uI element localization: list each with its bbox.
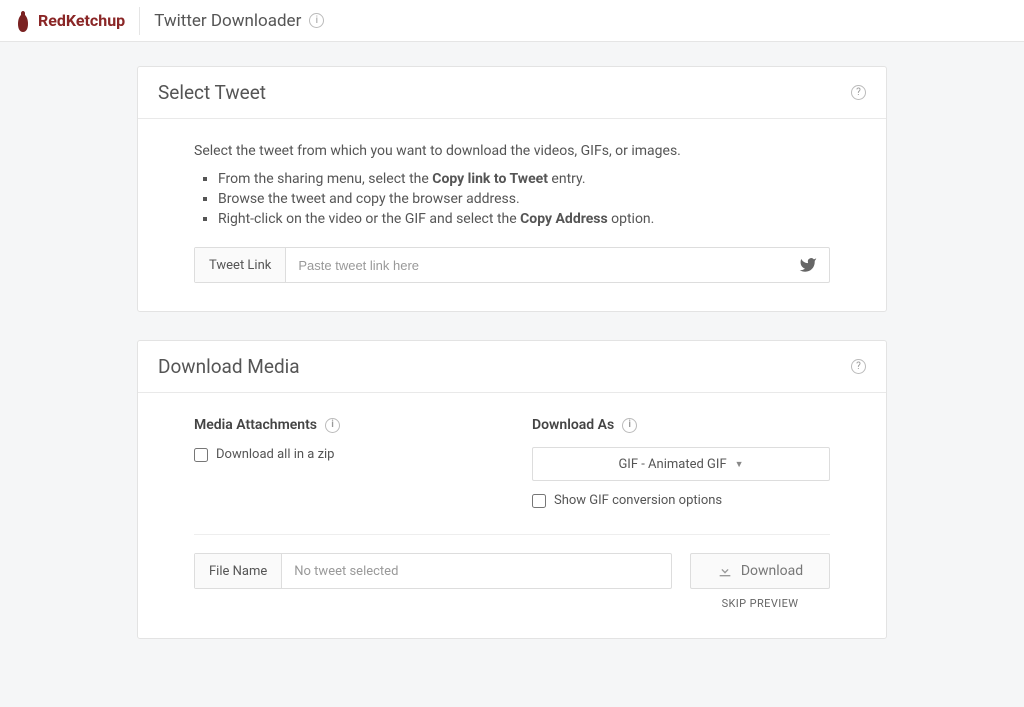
tweet-link-row: Tweet Link <box>194 247 830 283</box>
twitter-icon <box>787 248 829 282</box>
attachments-label-wrap: Media Attachments i <box>194 417 492 433</box>
file-name-group: File Name No tweet selected <box>194 553 672 589</box>
download-title: Download Media <box>158 355 300 378</box>
file-name-value: No tweet selected <box>282 554 671 588</box>
attachments-help-icon[interactable]: i <box>325 418 340 433</box>
format-select[interactable]: GIF - Animated GIF ▼ <box>532 447 830 481</box>
step-2: Browse the tweet and copy the browser ad… <box>218 191 830 207</box>
attachments-col: Media Attachments i Download all in a zi… <box>194 417 492 508</box>
download-area: Download SKIP PREVIEW <box>690 553 830 610</box>
format-selected: GIF - Animated GIF <box>618 457 726 472</box>
card-header-select: Select Tweet ? <box>138 67 886 119</box>
topbar: RedKetchup Twitter Downloader i <box>0 0 1024 42</box>
download-button[interactable]: Download <box>690 553 830 589</box>
select-body: Select the tweet from which you want to … <box>138 119 886 311</box>
download-as-label-wrap: Download As i <box>532 417 830 433</box>
download-as-help-icon[interactable]: i <box>622 418 637 433</box>
download-all-zip-row[interactable]: Download all in a zip <box>194 447 492 462</box>
brand[interactable]: RedKetchup <box>14 7 140 35</box>
download-as-col: Download As i GIF - Animated GIF ▼ Show … <box>532 417 830 508</box>
brand-logo-icon <box>14 9 32 33</box>
card-header-download: Download Media ? <box>138 341 886 393</box>
select-steps: From the sharing menu, select the Copy l… <box>194 171 830 227</box>
file-name-label: File Name <box>195 554 282 588</box>
download-help-icon[interactable]: ? <box>851 359 866 374</box>
attachments-label: Media Attachments <box>194 417 317 433</box>
tweet-link-label: Tweet Link <box>195 248 286 282</box>
select-help-icon[interactable]: ? <box>851 85 866 100</box>
main-container: Select Tweet ? Select the tweet from whi… <box>127 66 897 707</box>
page-title-wrap: Twitter Downloader i <box>154 11 324 31</box>
show-gif-options-label: Show GIF conversion options <box>554 493 722 508</box>
card-select-tweet: Select Tweet ? Select the tweet from whi… <box>137 66 887 312</box>
chevron-down-icon: ▼ <box>735 459 744 470</box>
download-body: Media Attachments i Download all in a zi… <box>138 393 886 638</box>
download-all-zip-checkbox[interactable] <box>194 448 208 462</box>
download-button-label: Download <box>741 563 803 579</box>
action-row: File Name No tweet selected Download SKI… <box>194 553 830 610</box>
step-3: Right-click on the video or the GIF and … <box>218 211 830 227</box>
media-row: Media Attachments i Download all in a zi… <box>194 417 830 508</box>
tweet-link-input[interactable] <box>286 248 787 282</box>
select-title: Select Tweet <box>158 81 266 104</box>
skip-preview-link[interactable]: SKIP PREVIEW <box>690 597 830 610</box>
step-1: From the sharing menu, select the Copy l… <box>218 171 830 187</box>
page-help-icon[interactable]: i <box>309 13 324 28</box>
page-title: Twitter Downloader <box>154 11 301 31</box>
show-gif-options-checkbox[interactable] <box>532 494 546 508</box>
download-icon <box>717 563 733 579</box>
divider <box>194 534 830 535</box>
download-as-label: Download As <box>532 417 614 433</box>
select-intro: Select the tweet from which you want to … <box>194 143 830 159</box>
card-download-media: Download Media ? Media Attachments i Dow… <box>137 340 887 639</box>
download-all-zip-label: Download all in a zip <box>216 447 335 462</box>
show-gif-options-row[interactable]: Show GIF conversion options <box>532 493 830 508</box>
brand-name: RedKetchup <box>38 11 125 30</box>
